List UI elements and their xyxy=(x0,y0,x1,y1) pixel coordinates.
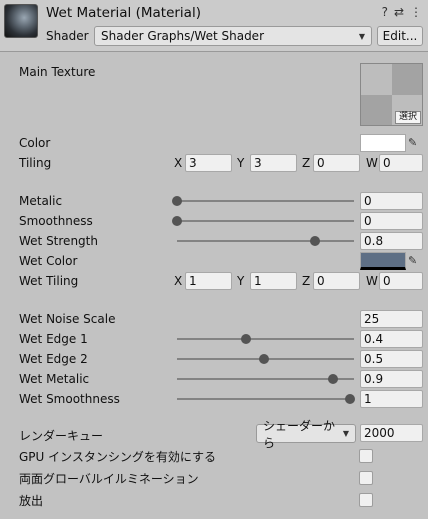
wet-smoothness-slider-handle[interactable] xyxy=(345,394,355,404)
color-swatch[interactable] xyxy=(360,134,406,152)
wet-noise-scale-field[interactable]: 25 xyxy=(360,310,423,328)
tiling-w-label: W xyxy=(366,156,378,170)
render-queue-dropdown[interactable]: シェーダーから ▼ xyxy=(256,419,356,450)
header-icons: ? ⇄ ⋮ xyxy=(382,5,422,19)
wet-edge2-label: Wet Edge 2 xyxy=(19,352,88,366)
wet-edge2-slider-handle[interactable] xyxy=(258,354,269,364)
render-queue-field[interactable]: 2000 xyxy=(360,424,423,442)
material-title: Wet Material (Material) xyxy=(46,5,201,21)
wet-metalic-slider-handle[interactable] xyxy=(327,374,338,384)
wet-edge1-field[interactable]: 0.4 xyxy=(360,330,423,348)
tiling-w-field[interactable]: 0 xyxy=(379,154,423,172)
wet-smoothness-label: Wet Smoothness xyxy=(19,392,120,406)
wet-metalic-label: Wet Metalic xyxy=(19,372,90,386)
texture-select-button[interactable]: 選択 xyxy=(394,111,421,124)
material-preview-icon xyxy=(4,4,38,38)
emission-label: 放出 xyxy=(19,494,44,508)
color-label: Color xyxy=(19,136,51,150)
main-texture-slot[interactable]: 選択 xyxy=(360,63,423,126)
metalic-field[interactable]: 0 xyxy=(360,192,423,210)
wet-tiling-w-field[interactable]: 0 xyxy=(379,272,423,290)
shader-label: Shader xyxy=(46,29,89,43)
wet-strength-slider-track[interactable] xyxy=(177,240,354,242)
wet-tiling-z-field[interactable]: 0 xyxy=(313,272,360,290)
wet-tiling-w-label: W xyxy=(366,274,378,288)
smoothness-field[interactable]: 0 xyxy=(360,212,423,230)
gpu-instancing-label: GPU インスタンシングを有効にする xyxy=(19,450,217,464)
wet-color-label: Wet Color xyxy=(19,254,78,268)
tiling-x-field[interactable]: 3 xyxy=(185,154,232,172)
wet-edge1-slider-track[interactable] xyxy=(177,338,354,340)
wet-smoothness-field[interactable]: 1 xyxy=(360,390,423,408)
smoothness-label: Smoothness xyxy=(19,214,93,228)
wet-tiling-z-label: Z xyxy=(302,274,311,288)
texture-tile xyxy=(361,95,392,125)
wet-strength-slider-handle[interactable] xyxy=(310,236,321,246)
emission-checkbox[interactable] xyxy=(359,493,373,507)
wet-color-swatch[interactable] xyxy=(360,252,406,270)
render-queue-mode: シェーダーから xyxy=(263,418,336,450)
tiling-y-field[interactable]: 3 xyxy=(250,154,297,172)
tiling-y-label: Y xyxy=(237,156,245,170)
wet-edge1-slider-handle[interactable] xyxy=(241,334,252,344)
wet-tiling-x-label: X xyxy=(174,274,183,288)
wet-noise-scale-label: Wet Noise Scale xyxy=(19,312,116,326)
wet-strength-field[interactable]: 0.8 xyxy=(360,232,423,250)
wet-tiling-y-label: Y xyxy=(237,274,245,288)
dropdown-arrow-icon: ▼ xyxy=(342,429,349,438)
metalic-slider-handle[interactable] xyxy=(172,196,182,206)
wet-edge2-field[interactable]: 0.5 xyxy=(360,350,423,368)
tiling-z-field[interactable]: 0 xyxy=(313,154,360,172)
help-icon[interactable]: ? xyxy=(382,5,388,19)
tiling-label: Tiling xyxy=(19,156,52,170)
shader-dropdown[interactable]: Shader Graphs/Wet Shader ▼ xyxy=(94,26,372,46)
texture-tile xyxy=(361,64,392,95)
wet-tiling-label: Wet Tiling xyxy=(19,274,79,288)
edit-shader-button[interactable]: Edit... xyxy=(377,26,423,46)
eyedropper-icon[interactable]: ✎ xyxy=(408,136,417,149)
preset-icon[interactable]: ⇄ xyxy=(394,5,404,19)
dropdown-arrow-icon: ▼ xyxy=(358,31,365,41)
gpu-instancing-checkbox[interactable] xyxy=(359,449,373,463)
wet-smoothness-slider-track[interactable] xyxy=(177,398,354,400)
tiling-z-label: Z xyxy=(302,156,311,170)
render-queue-label: レンダーキュー xyxy=(19,429,104,443)
metalic-slider-track[interactable] xyxy=(177,200,354,202)
wet-edge1-label: Wet Edge 1 xyxy=(19,332,88,346)
eyedropper-icon[interactable]: ✎ xyxy=(408,254,417,267)
context-menu-icon[interactable]: ⋮ xyxy=(410,5,422,19)
tiling-x-label: X xyxy=(174,156,183,170)
main-texture-label: Main Texture xyxy=(19,65,96,79)
smoothness-slider-track[interactable] xyxy=(177,220,354,222)
shader-dropdown-value: Shader Graphs/Wet Shader xyxy=(101,29,265,43)
inspector-header: Wet Material (Material) ? ⇄ ⋮ Shader Sha… xyxy=(0,0,428,52)
wet-strength-label: Wet Strength xyxy=(19,234,98,248)
texture-tile xyxy=(392,64,422,95)
wet-tiling-y-field[interactable]: 1 xyxy=(250,272,297,290)
double-sided-gi-label: 両面グローバルイルミネーション xyxy=(19,472,199,486)
metalic-label: Metalic xyxy=(19,194,63,208)
smoothness-slider-handle[interactable] xyxy=(172,216,182,226)
double-sided-gi-checkbox[interactable] xyxy=(359,471,373,485)
wet-metalic-field[interactable]: 0.9 xyxy=(360,370,423,388)
wet-tiling-x-field[interactable]: 1 xyxy=(185,272,232,290)
